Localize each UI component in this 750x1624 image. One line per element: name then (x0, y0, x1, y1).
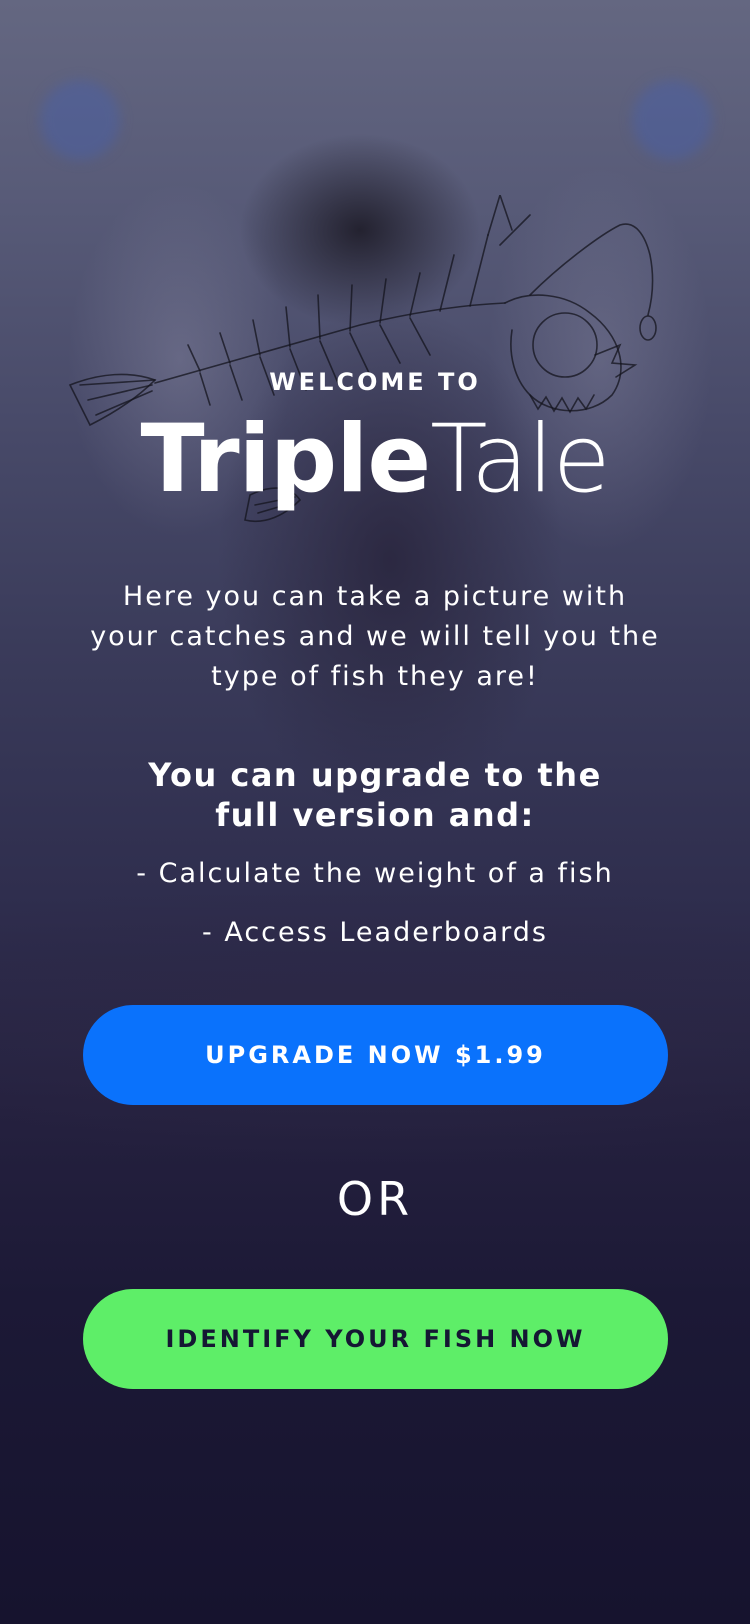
identify-fish-button[interactable]: IDENTIFY YOUR FISH NOW (83, 1289, 668, 1389)
upgrade-now-button[interactable]: UPGRADE NOW $1.99 (83, 1005, 668, 1105)
or-divider: OR (336, 1172, 414, 1226)
blurred-light-left (40, 80, 120, 160)
feature-item: - Calculate the weight of a fish (136, 858, 614, 889)
upgrade-title: You can upgrade to the full version and: (148, 756, 602, 834)
app-logo: TripleTale (0, 410, 750, 510)
logo-text-bold: Triple (140, 405, 431, 514)
blurred-light-right (632, 80, 712, 160)
feature-item: - Access Leaderboards (202, 917, 548, 948)
welcome-heading: WELCOME TO (269, 368, 481, 396)
intro-text: Here you can take a picture with your ca… (90, 581, 660, 692)
logo-text-light: Tale (430, 405, 610, 514)
